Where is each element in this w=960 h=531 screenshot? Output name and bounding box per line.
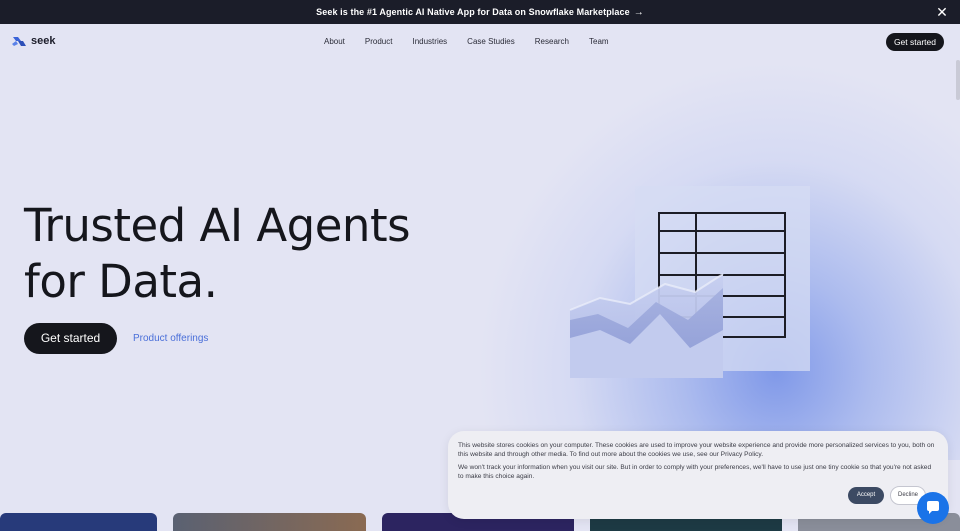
hero-title: Trusted AI Agents for Data. xyxy=(24,198,411,310)
top-nav: seek About Product Industries Case Studi… xyxy=(0,24,960,60)
case-card-1[interactable] xyxy=(0,513,157,531)
nav-item-product[interactable]: Product xyxy=(355,32,403,52)
nav-item-team[interactable]: Team xyxy=(579,32,619,52)
cookie-text-2: We won't track your information when you… xyxy=(458,464,932,480)
data-table-chart-illustration xyxy=(569,186,810,378)
chat-bubble-icon xyxy=(927,501,939,514)
cookie-banner: This website stores cookies on your comp… xyxy=(448,431,948,519)
case-card-2[interactable] xyxy=(173,513,366,531)
nav-get-started-button[interactable]: Get started xyxy=(885,33,944,51)
cookie-accept-button[interactable]: Accept xyxy=(848,487,884,504)
page-scrollbar[interactable] xyxy=(956,60,960,100)
product-offerings-link[interactable]: Product offerings xyxy=(133,333,208,344)
arrow-right-icon: → xyxy=(633,6,644,18)
hero-title-line-2: for Data. xyxy=(24,255,218,308)
hero-title-line-1: Trusted AI Agents xyxy=(24,199,411,252)
nav-item-research[interactable]: Research xyxy=(525,32,579,52)
seek-logo-icon xyxy=(12,37,26,46)
announcement-text[interactable]: Seek is the #1 Agentic AI Native App for… xyxy=(316,7,630,17)
close-icon[interactable]: ✕ xyxy=(934,4,950,20)
cookie-text-1: This website stores cookies on your comp… xyxy=(458,442,935,458)
chat-launcher-button[interactable] xyxy=(917,492,949,524)
hero-get-started-button[interactable]: Get started xyxy=(24,323,117,354)
main-menu: About Product Industries Case Studies Re… xyxy=(314,32,619,52)
nav-item-about[interactable]: About xyxy=(314,32,355,52)
announcement-bar[interactable]: Seek is the #1 Agentic AI Native App for… xyxy=(0,0,960,24)
logo[interactable]: seek xyxy=(12,35,55,47)
nav-item-case-studies[interactable]: Case Studies xyxy=(457,32,525,52)
nav-item-industries[interactable]: Industries xyxy=(402,32,457,52)
logo-text: seek xyxy=(31,35,56,47)
